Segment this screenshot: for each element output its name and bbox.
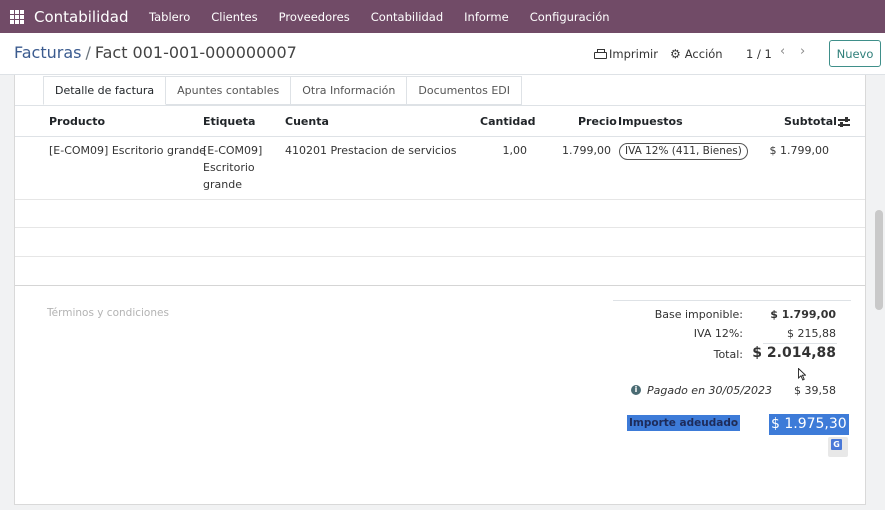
terms-and-conditions-field[interactable]: Términos y condiciones <box>47 307 169 319</box>
menu-item-tablero[interactable]: Tablero <box>139 10 201 24</box>
amount-due-value: $ 1.975,30 <box>769 414 849 435</box>
tab-detalle-factura[interactable]: Detalle de factura <box>43 76 167 105</box>
iva-label: IVA 12%: <box>693 327 743 340</box>
page-scrollbar[interactable] <box>875 210 883 310</box>
chevron-right-icon[interactable]: › <box>800 44 805 59</box>
breadcrumb-separator: / <box>85 43 91 62</box>
row-divider <box>15 256 865 257</box>
app-name[interactable]: Contabilidad <box>34 8 129 26</box>
breadcrumb-parent-link[interactable]: Facturas <box>14 43 81 62</box>
print-label: Imprimir <box>609 47 658 61</box>
table-bottom-divider <box>15 285 865 286</box>
column-header-account[interactable]: Cuenta <box>285 115 329 128</box>
total-divider <box>763 343 837 344</box>
translate-icon[interactable] <box>828 437 848 457</box>
cell-price[interactable]: 1.799,00 <box>555 142 611 159</box>
tax-badge[interactable]: IVA 12% (411, Bienes) <box>619 143 748 160</box>
column-header-price[interactable]: Precio <box>578 115 617 128</box>
mouse-cursor-icon <box>798 368 806 381</box>
print-button[interactable]: Imprimir <box>594 47 658 61</box>
amount-due-colon: : <box>733 416 737 429</box>
row-divider <box>15 199 865 200</box>
menu-item-configuracion[interactable]: Configuración <box>519 10 620 24</box>
breadcrumb-current: Fact 001-001-000000007 <box>94 43 297 62</box>
paid-value: $ 39,58 <box>794 384 836 397</box>
invoice-sheet: Detalle de factura Apuntes contables Otr… <box>14 75 866 505</box>
gear-icon: ⚙ <box>670 47 681 61</box>
total-label: Total: <box>713 348 743 361</box>
apps-grid-icon[interactable] <box>10 9 24 24</box>
top-navbar: Contabilidad Tablero Clientes Proveedore… <box>0 0 885 33</box>
breadcrumb: Facturas / Fact 001-001-000000007 <box>14 43 297 62</box>
cell-quantity[interactable]: 1,00 <box>481 142 528 159</box>
cell-label-line2[interactable]: Escritorio <box>203 159 255 176</box>
amount-due-label: Importe adeudado <box>627 415 741 431</box>
tab-otra-informacion[interactable]: Otra Información <box>291 76 408 105</box>
table-header-divider <box>15 136 865 137</box>
menu-item-clientes[interactable]: Clientes <box>201 10 268 24</box>
cell-product[interactable]: [E-COM09] Escritorio grande <box>49 142 206 159</box>
total-value: $ 2.014,88 <box>752 345 836 361</box>
column-header-taxes[interactable]: Impuestos <box>618 115 683 128</box>
cell-label-line3[interactable]: grande <box>203 176 242 193</box>
menu-item-informe[interactable]: Informe <box>454 10 520 24</box>
tab-documentos-edi[interactable]: Documentos EDI <box>407 76 522 105</box>
control-panel: Facturas / Fact 001-001-000000007 Imprimir… <box>0 33 885 75</box>
base-label: Base imponible: <box>654 308 743 321</box>
totals-top-divider <box>613 300 851 301</box>
cell-account[interactable]: 410201 Prestacion de servicios <box>285 142 456 159</box>
row-divider <box>15 227 865 228</box>
cell-subtotal: $ 1.799,00 <box>769 144 829 157</box>
column-header-label[interactable]: Etiqueta <box>203 115 255 128</box>
menu-item-proveedores[interactable]: Proveedores <box>268 10 360 24</box>
action-label: Acción <box>684 47 723 61</box>
paid-label: Pagado en 30/05/2023 <box>647 384 772 397</box>
new-button[interactable]: Nuevo <box>829 40 881 67</box>
column-settings-icon[interactable] <box>838 117 850 128</box>
chevron-left-icon[interactable]: ‹ <box>780 44 785 59</box>
info-icon[interactable]: i <box>631 385 641 395</box>
iva-value: $ 215,88 <box>787 327 836 340</box>
column-header-quantity[interactable]: Cantidad <box>480 115 536 128</box>
notebook-tabs: Detalle de factura Apuntes contables Otr… <box>43 76 522 106</box>
cell-label-line1[interactable]: [E-COM09] <box>203 142 262 159</box>
menu-item-contabilidad[interactable]: Contabilidad <box>360 10 453 24</box>
tabs-divider <box>15 105 865 106</box>
pager-value[interactable]: 1 / 1 <box>746 47 772 61</box>
tab-apuntes-contables[interactable]: Apuntes contables <box>166 76 292 105</box>
base-value: $ 1.799,00 <box>770 308 836 321</box>
column-header-product[interactable]: Producto <box>49 115 105 128</box>
action-button[interactable]: ⚙ Acción <box>670 47 723 61</box>
printer-icon <box>594 49 607 59</box>
column-header-subtotal[interactable]: Subtotal <box>784 115 837 128</box>
